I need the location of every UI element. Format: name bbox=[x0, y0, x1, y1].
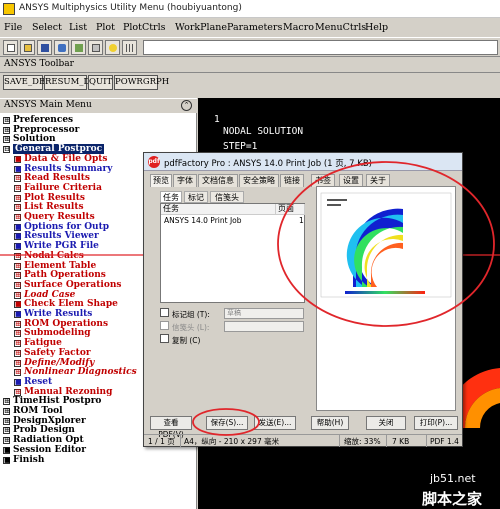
save-highlight-ellipse bbox=[192, 408, 260, 436]
annotation-ellipses bbox=[192, 161, 495, 436]
preview-highlight-ellipse bbox=[277, 161, 495, 327]
watermark-brand: 脚本之家 bbox=[422, 490, 483, 508]
watermark-site: jb51.net bbox=[430, 472, 476, 485]
